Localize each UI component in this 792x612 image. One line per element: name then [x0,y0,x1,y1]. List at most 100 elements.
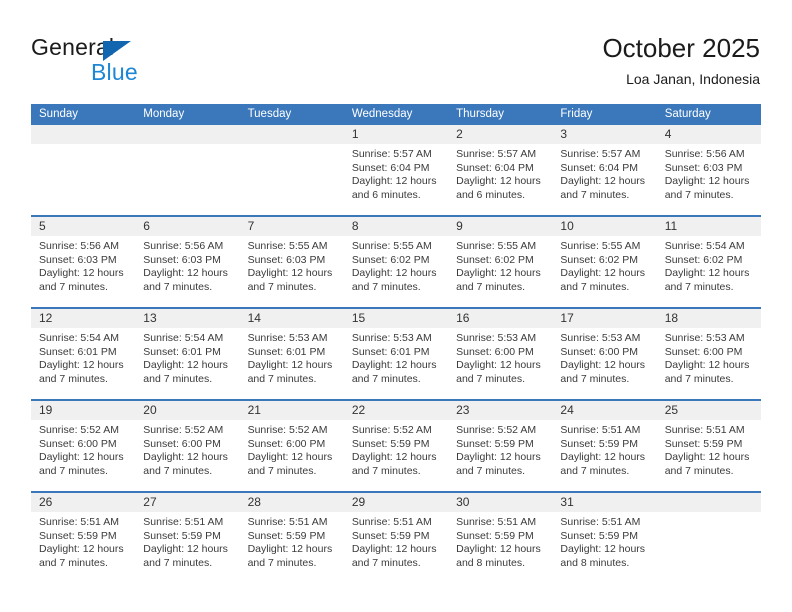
sunrise-text: Sunrise: 5:52 AM [351,424,432,436]
sunrise-text: Sunrise: 5:52 AM [247,424,328,436]
sunrise-text: Sunrise: 5:54 AM [39,332,119,344]
day-cell[interactable]: Sunrise: 5:52 AM Sunset: 6:00 PM Daylight:… [31,420,135,491]
day-number[interactable]: 16 [448,309,552,328]
day-number[interactable]: 12 [31,309,135,328]
sunset-text: Sunset: 6:04 PM [351,161,430,174]
day-cell[interactable]: Sunrise: 5:53 AM Sunset: 6:01 PM Daylight:… [344,328,448,399]
day-number[interactable]: 29 [344,493,448,512]
day-cell[interactable]: Sunrise: 5:51 AM Sunset: 5:59 PM Daylight:… [344,512,448,583]
day-cell[interactable]: Sunrise: 5:54 AM Sunset: 6:01 PM Daylight:… [135,328,239,399]
day-cell[interactable]: Sunrise: 5:52 AM Sunset: 6:00 PM Daylight:… [135,420,239,491]
sunrise-text: Sunrise: 5:51 AM [39,516,119,528]
day-cell[interactable]: Sunrise: 5:51 AM Sunset: 5:59 PM Daylight:… [240,512,344,583]
weekday-header-monday: Monday [143,108,185,120]
day-cell[interactable]: Sunrise: 5:51 AM Sunset: 5:59 PM Daylight:… [657,420,761,491]
day-cell[interactable]: Sunrise: 5:55 AM Sunset: 6:02 PM Daylight:… [552,236,656,307]
day-cell[interactable]: Sunrise: 5:55 AM Sunset: 6:03 PM Daylight:… [240,236,344,307]
day-number[interactable]: 22 [344,401,448,420]
week-date-number-band: 19 20 21 22 23 24 25 [31,401,761,420]
day-number[interactable]: 24 [552,401,656,420]
day-cell[interactable]: Sunrise: 5:53 AM Sunset: 6:01 PM Daylight:… [240,328,344,399]
day-number-empty [135,125,239,144]
day-number[interactable]: 10 [552,217,656,236]
day-cell[interactable]: Sunrise: 5:54 AM Sunset: 6:01 PM Daylight:… [31,328,135,399]
day-number[interactable]: 6 [135,217,239,236]
day-cell[interactable]: Sunrise: 5:57 AM Sunset: 6:04 PM Daylight:… [448,144,552,215]
day-number[interactable]: 21 [240,401,344,420]
day-cell[interactable]: Sunrise: 5:52 AM Sunset: 5:59 PM Daylight:… [344,420,448,491]
weekday-header-tuesday: Tuesday [247,108,292,120]
day-number[interactable]: 1 [344,125,448,144]
day-cell[interactable]: Sunrise: 5:51 AM Sunset: 5:59 PM Daylight:… [552,420,656,491]
sunrise-text: Sunrise: 5:56 AM [39,240,119,252]
brand-logo[interactable]: General Blue [31,34,271,90]
day-number[interactable]: 4 [657,125,761,144]
daylight-text: Daylight: 12 hours and 7 minutes. [143,451,228,477]
sunrise-text: Sunrise: 5:51 AM [456,516,537,528]
sunrise-text: Sunrise: 5:53 AM [560,332,641,344]
sunrise-text: Sunrise: 5:51 AM [351,516,432,528]
day-number[interactable]: 19 [31,401,135,420]
day-cell-empty [240,144,344,215]
day-cell[interactable]: Sunrise: 5:51 AM Sunset: 5:59 PM Daylight:… [552,512,656,583]
page-title: October 2025 [602,33,760,63]
day-cell[interactable]: Sunrise: 5:56 AM Sunset: 6:03 PM Daylight:… [31,236,135,307]
day-number[interactable]: 5 [31,217,135,236]
day-number[interactable]: 25 [657,401,761,420]
sunset-text: Sunset: 6:01 PM [143,345,221,358]
day-cell[interactable]: Sunrise: 5:56 AM Sunset: 6:03 PM Daylight:… [657,144,761,215]
day-cell[interactable]: Sunrise: 5:54 AM Sunset: 6:02 PM Daylight:… [657,236,761,307]
week-detail-band: Sunrise: 5:52 AM Sunset: 6:00 PM Daylight:… [31,420,761,491]
brand-name-general: General [31,34,115,60]
day-number[interactable]: 27 [135,493,239,512]
day-number[interactable]: 14 [240,309,344,328]
daylight-text: Daylight: 12 hours and 7 minutes. [664,267,750,293]
day-cell[interactable]: Sunrise: 5:55 AM Sunset: 6:02 PM Daylight:… [448,236,552,307]
day-number[interactable]: 23 [448,401,552,420]
sunrise-text: Sunrise: 5:51 AM [560,516,641,528]
day-cell[interactable]: Sunrise: 5:51 AM Sunset: 5:59 PM Daylight:… [448,512,552,583]
calendar-week-row: 26 27 28 29 30 31 Sunrise: 5:51 AM Sunset: 5:59… [31,491,761,583]
day-number[interactable]: 26 [31,493,135,512]
day-number[interactable]: 20 [135,401,239,420]
day-cell[interactable]: Sunrise: 5:57 AM Sunset: 6:04 PM Daylight:… [344,144,448,215]
day-cell[interactable]: Sunrise: 5:51 AM Sunset: 5:59 PM Daylight:… [31,512,135,583]
day-cell[interactable]: Sunrise: 5:52 AM Sunset: 5:59 PM Daylight:… [448,420,552,491]
day-number[interactable]: 18 [657,309,761,328]
weekday-header-thursday: Thursday [456,108,505,120]
sunset-text: Sunset: 6:00 PM [143,437,221,450]
sunset-text: Sunset: 6:03 PM [247,253,326,266]
week-date-number-band: 1234 [31,125,761,144]
sunset-text: Sunset: 6:00 PM [456,345,534,358]
daylight-text: Daylight: 12 hours and 7 minutes. [560,267,646,293]
day-number[interactable]: 2 [448,125,552,144]
week-detail-band: Sunrise: 5:57 AM Sunset: 6:04 PM Daylight:… [31,144,761,215]
sunrise-text: Sunrise: 5:55 AM [560,240,641,252]
day-number[interactable]: 30 [448,493,552,512]
day-number[interactable]: 17 [552,309,656,328]
day-cell[interactable]: Sunrise: 5:52 AM Sunset: 6:00 PM Daylight:… [240,420,344,491]
sunset-text: Sunset: 5:59 PM [456,529,534,542]
day-number[interactable]: 15 [344,309,448,328]
day-cell[interactable]: Sunrise: 5:57 AM Sunset: 6:04 PM Daylight:… [552,144,656,215]
day-cell[interactable]: Sunrise: 5:51 AM Sunset: 5:59 PM Daylight:… [135,512,239,583]
day-number[interactable]: 28 [240,493,344,512]
day-cell[interactable]: Sunrise: 5:53 AM Sunset: 6:00 PM Daylight:… [657,328,761,399]
day-cell[interactable]: Sunrise: 5:53 AM Sunset: 6:00 PM Daylight:… [448,328,552,399]
day-cell[interactable]: Sunrise: 5:55 AM Sunset: 6:02 PM Daylight:… [344,236,448,307]
daylight-text: Daylight: 12 hours and 7 minutes. [560,175,646,201]
day-number[interactable]: 3 [552,125,656,144]
day-cell[interactable]: Sunrise: 5:56 AM Sunset: 6:03 PM Daylight:… [135,236,239,307]
daylight-text: Daylight: 12 hours and 7 minutes. [664,359,750,385]
day-number[interactable]: 7 [240,217,344,236]
day-number[interactable]: 13 [135,309,239,328]
day-cell[interactable]: Sunrise: 5:53 AM Sunset: 6:00 PM Daylight:… [552,328,656,399]
daylight-text: Daylight: 12 hours and 7 minutes. [664,175,750,201]
sunrise-text: Sunrise: 5:55 AM [456,240,537,252]
day-number[interactable]: 8 [344,217,448,236]
sunset-text: Sunset: 6:01 PM [39,345,117,358]
day-number[interactable]: 31 [552,493,656,512]
day-number[interactable]: 9 [448,217,552,236]
day-number[interactable]: 11 [657,217,761,236]
sunrise-text: Sunrise: 5:51 AM [247,516,328,528]
